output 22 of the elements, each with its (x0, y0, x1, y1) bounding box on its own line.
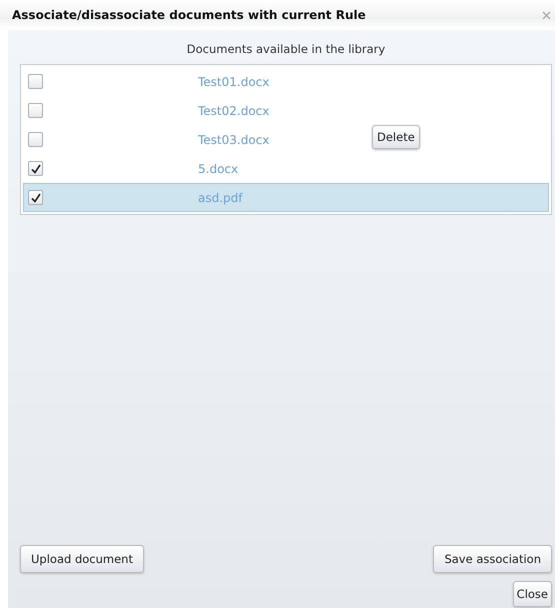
document-row[interactable]: 5.docx (23, 154, 355, 183)
delete-button[interactable]: Delete (372, 125, 420, 149)
checkbox[interactable] (28, 161, 43, 176)
document-link[interactable]: 5.docx (198, 162, 238, 176)
checkbox[interactable] (28, 190, 43, 205)
window-title: Associate/disassociate documents with current Rule (12, 8, 366, 22)
document-row[interactable]: Test03.docx (23, 125, 355, 154)
checkbox[interactable] (28, 103, 43, 118)
upload-document-button[interactable]: Upload document (20, 545, 144, 573)
checkbox[interactable] (28, 132, 43, 147)
document-link[interactable]: Test01.docx (198, 74, 270, 88)
save-association-button[interactable]: Save association (433, 545, 552, 573)
document-row[interactable]: Test02.docx (23, 96, 355, 125)
document-row[interactable]: Test01.docx (23, 67, 355, 96)
document-link[interactable]: Test03.docx (198, 132, 270, 146)
document-row[interactable]: asd.pdf (23, 183, 549, 212)
document-link[interactable]: asd.pdf (198, 190, 242, 204)
close-icon[interactable] (542, 10, 551, 20)
checkbox[interactable] (28, 74, 43, 89)
list-heading: Documents available in the library (186, 42, 386, 56)
document-link[interactable]: Test02.docx (198, 104, 270, 118)
close-button[interactable]: Close (512, 581, 552, 607)
